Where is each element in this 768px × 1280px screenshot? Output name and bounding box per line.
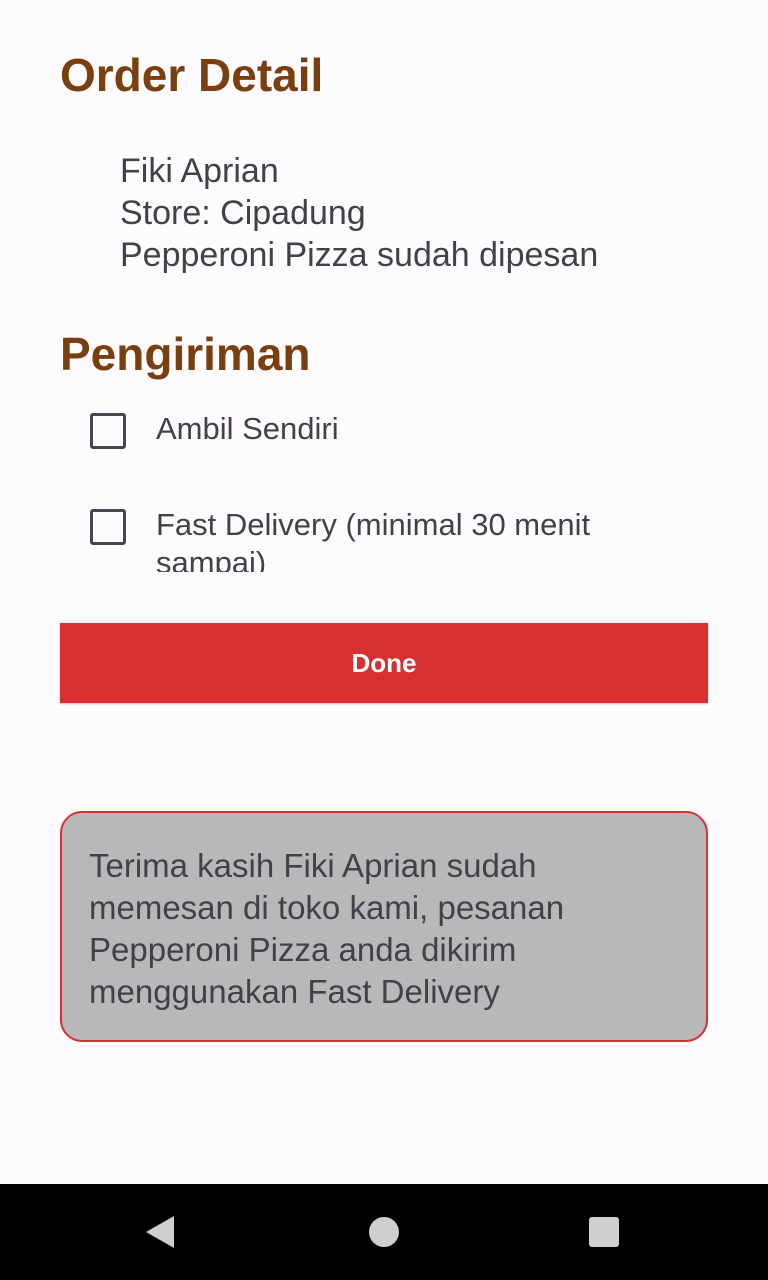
order-details: Fiki Aprian Store: Cipadung Pepperoni Pi… xyxy=(120,150,598,276)
order-item-status: Pepperoni Pizza sudah dipesan xyxy=(120,236,599,274)
shipping-option-fast-delivery[interactable]: Fast Delivery (minimal 30 menit sampai) xyxy=(90,506,670,572)
nav-home-button[interactable] xyxy=(334,1184,434,1280)
nav-back-button[interactable] xyxy=(110,1184,210,1280)
pickup-label[interactable]: Ambil Sendiri xyxy=(156,410,339,448)
order-detail-screen: Order Detail Fiki Aprian Store: Cipadung… xyxy=(0,0,768,1280)
shipping-option-pickup[interactable]: Ambil Sendiri xyxy=(90,410,670,449)
pickup-checkbox[interactable] xyxy=(90,413,126,449)
order-detail-heading: Order Detail xyxy=(60,49,324,101)
fast-delivery-checkbox[interactable] xyxy=(90,509,126,545)
nav-recent-apps-button[interactable] xyxy=(554,1184,654,1280)
back-icon xyxy=(146,1216,174,1248)
done-button[interactable]: Done xyxy=(60,623,708,703)
recent-apps-icon xyxy=(589,1217,619,1247)
confirmation-message: Terima kasih Fiki Aprian sudah memesan d… xyxy=(60,811,708,1042)
store-name: Store: Cipadung xyxy=(120,194,366,232)
shipping-heading: Pengiriman xyxy=(60,328,311,380)
system-navigation-bar xyxy=(0,1184,768,1280)
customer-name: Fiki Aprian xyxy=(120,152,279,190)
home-icon xyxy=(369,1217,399,1247)
fast-delivery-label[interactable]: Fast Delivery (minimal 30 menit sampai) xyxy=(156,506,670,572)
